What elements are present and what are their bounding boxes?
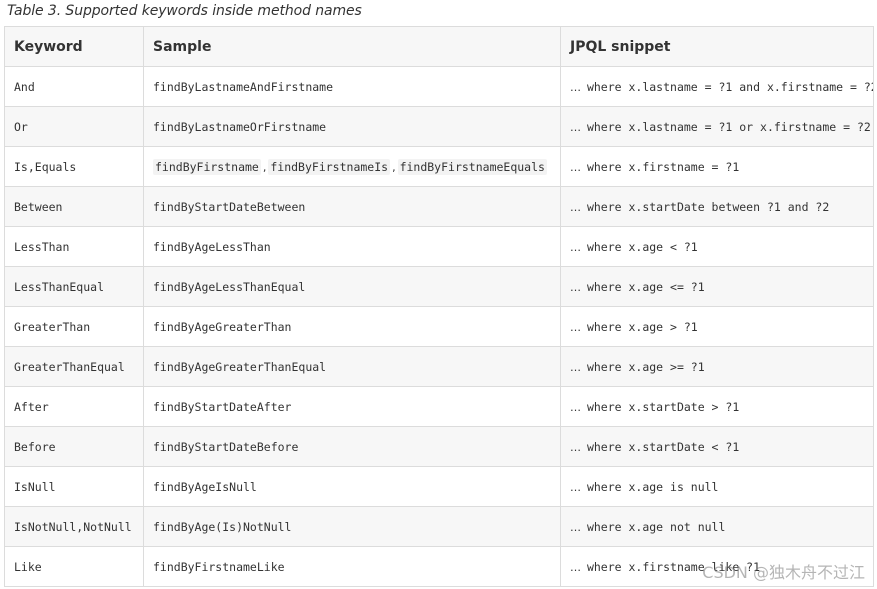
keyword-cell: IsNull	[4, 466, 144, 507]
jpql-cell: … where x.startDate < ?1	[560, 426, 874, 467]
table-row: GreaterThan findByAgeGreaterThan… where x…	[4, 306, 874, 347]
sample-cell: findByFirstnameLike	[143, 546, 561, 587]
sample-cell: findByStartDateBefore	[143, 426, 561, 467]
keyword-cell: Is,Equals	[4, 146, 144, 187]
table-row: Or findByLastnameOrFirstname… where x.las…	[4, 106, 874, 147]
jpql-snippet: where x.age not null	[586, 519, 726, 534]
keyword-cell: And	[4, 66, 144, 107]
table-row: And findByLastnameAndFirstname… where x.l…	[4, 66, 874, 107]
table-row: GreaterThanEqual findByAgeGreaterThanEqua…	[4, 346, 874, 387]
jpql-cell: … where x.age not null	[560, 506, 874, 547]
table-row: LessThanEqual findByAgeLessThanEqual… whe…	[4, 266, 874, 307]
table-row: IsNotNull,NotNull findByAge(Is)NotNull… w…	[4, 506, 874, 547]
jpql-snippet: where x.age > ?1	[586, 319, 698, 334]
table-body: And findByLastnameAndFirstname… where x.l…	[4, 66, 874, 587]
sample-cell: findByLastnameAndFirstname	[143, 66, 561, 107]
ellipsis-prefix: …	[570, 160, 581, 174]
jpql-cell: … where x.age <= ?1	[560, 266, 874, 307]
ellipsis-prefix: …	[570, 560, 581, 574]
sample-cell: findByAgeLessThan	[143, 226, 561, 267]
table-row: IsNull findByAgeIsNull… where x.age is nu…	[4, 466, 874, 507]
table-row: Like findByFirstnameLike… where x.firstna…	[4, 546, 874, 587]
header-sample: Sample	[143, 26, 561, 67]
jpql-snippet: where x.lastname = ?1 and x.firstname = …	[586, 79, 874, 94]
jpql-cell: … where x.firstname like ?1	[560, 546, 874, 587]
sample-cell: findByStartDateAfter	[143, 386, 561, 427]
jpql-cell: … where x.startDate between ?1 and ?2	[560, 186, 874, 227]
ellipsis-prefix: …	[570, 440, 581, 454]
keyword-cell: LessThan	[4, 226, 144, 267]
sample-method: findByFirstnameIs	[268, 158, 391, 175]
sample-cell: findByAge(Is)NotNull	[143, 506, 561, 547]
ellipsis-prefix: …	[570, 480, 581, 494]
jpql-snippet: where x.startDate > ?1	[586, 399, 740, 414]
jpql-cell: … where x.startDate > ?1	[560, 386, 874, 427]
jpql-cell: … where x.age < ?1	[560, 226, 874, 267]
jpql-snippet: where x.startDate between ?1 and ?2	[586, 199, 830, 214]
jpql-snippet: where x.startDate < ?1	[586, 439, 740, 454]
keyword-cell: After	[4, 386, 144, 427]
jpql-cell: … where x.age >= ?1	[560, 346, 874, 387]
keywords-table: Keyword Sample JPQL snippet And findByLas…	[4, 26, 874, 587]
jpql-snippet: where x.age <= ?1	[586, 279, 705, 294]
jpql-cell: … where x.age is null	[560, 466, 874, 507]
header-jpql-snippet: JPQL snippet	[560, 26, 874, 67]
table-row: LessThan findByAgeLessThan… where x.age <…	[4, 226, 874, 267]
sample-method: findByFirstname	[153, 158, 261, 175]
keyword-cell: IsNotNull,NotNull	[4, 506, 144, 547]
sample-cell: findByLastnameOrFirstname	[143, 106, 561, 147]
ellipsis-prefix: …	[570, 200, 581, 214]
keyword-cell: GreaterThan	[4, 306, 144, 347]
keyword-cell: LessThanEqual	[4, 266, 144, 307]
table-caption: Table 3. Supported keywords inside metho…	[7, 3, 362, 19]
table-row: Between findByStartDateBetween… where x.s…	[4, 186, 874, 227]
table-row: After findByStartDateAfter… where x.start…	[4, 386, 874, 427]
sample-cell: findByAgeIsNull	[143, 466, 561, 507]
sample-cell: findByStartDateBetween	[143, 186, 561, 227]
jpql-cell: … where x.firstname = ?1	[560, 146, 874, 187]
ellipsis-prefix: …	[570, 320, 581, 334]
ellipsis-prefix: …	[570, 520, 581, 534]
table-row: Before findByStartDateBefore… where x.sta…	[4, 426, 874, 467]
jpql-cell: … where x.lastname = ?1 or x.firstname =…	[560, 106, 874, 147]
ellipsis-prefix: …	[570, 280, 581, 294]
ellipsis-prefix: …	[570, 360, 581, 374]
jpql-snippet: where x.firstname = ?1	[586, 159, 740, 174]
sample-method: findByFirstnameEquals	[397, 158, 547, 175]
sample-cell: findByAgeLessThanEqual	[143, 266, 561, 307]
jpql-snippet: where x.lastname = ?1 or x.firstname = ?…	[586, 119, 871, 134]
ellipsis-prefix: …	[570, 400, 581, 414]
keyword-cell: Before	[4, 426, 144, 467]
ellipsis-prefix: …	[570, 120, 581, 134]
jpql-cell: … where x.age > ?1	[560, 306, 874, 347]
sample-separator: ,	[392, 160, 396, 174]
table-header-row: Keyword Sample JPQL snippet	[4, 26, 874, 67]
ellipsis-prefix: …	[570, 80, 581, 94]
ellipsis-prefix: …	[570, 240, 581, 254]
jpql-snippet: where x.age < ?1	[586, 239, 698, 254]
keyword-cell: GreaterThanEqual	[4, 346, 144, 387]
keyword-cell: Or	[4, 106, 144, 147]
header-keyword: Keyword	[4, 26, 144, 67]
sample-cell: findByFirstname, findByFirstnameIs, findBy…	[143, 146, 561, 187]
keyword-cell: Between	[4, 186, 144, 227]
jpql-snippet: where x.age >= ?1	[586, 359, 705, 374]
jpql-cell: … where x.lastname = ?1 and x.firstname …	[560, 66, 874, 107]
jpql-snippet: where x.firstname like ?1	[586, 559, 761, 574]
sample-cell: findByAgeGreaterThan	[143, 306, 561, 347]
table-row: Is,Equals findByFirstname, findByFirstname…	[4, 146, 874, 187]
jpql-snippet: where x.age is null	[586, 479, 719, 494]
keyword-cell: Like	[4, 546, 144, 587]
sample-cell: findByAgeGreaterThanEqual	[143, 346, 561, 387]
